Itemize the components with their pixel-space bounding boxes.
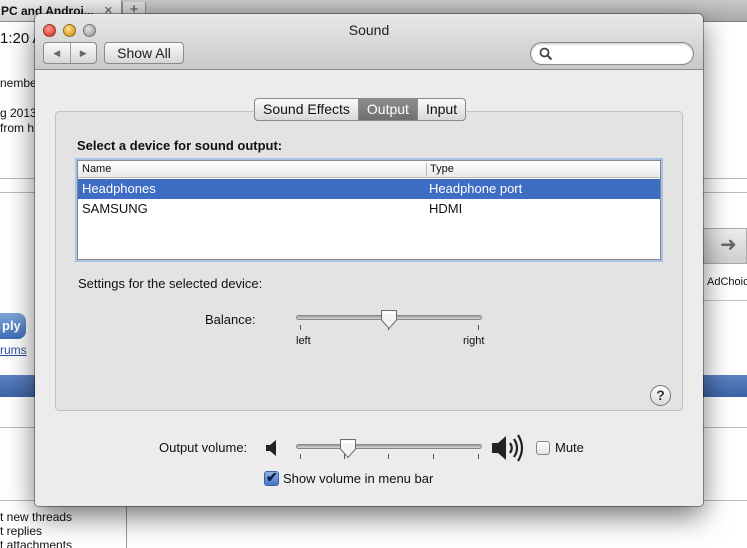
mute-checkbox[interactable] bbox=[536, 441, 550, 455]
reply-button[interactable]: ply bbox=[0, 313, 26, 339]
balance-label: Balance: bbox=[205, 312, 256, 327]
slider-tick bbox=[478, 454, 479, 459]
sound-preferences-window: Sound ◀ ▶ Show All Sound Effects Output … bbox=[35, 14, 703, 506]
column-header-type[interactable]: Type bbox=[430, 163, 454, 175]
checkmark-icon: ✔ bbox=[266, 469, 278, 485]
background-text: g 2013 bbox=[0, 106, 37, 120]
show-volume-label[interactable]: Show volume in menu bar bbox=[283, 471, 433, 486]
background-list-item[interactable]: t new threads bbox=[0, 510, 72, 524]
mute-label[interactable]: Mute bbox=[555, 440, 584, 455]
column-header-name[interactable]: Name bbox=[82, 163, 111, 175]
background-text: from h bbox=[0, 121, 35, 135]
triangle-right-icon: ▶ bbox=[79, 47, 87, 58]
background-divider bbox=[126, 505, 127, 548]
balance-slider-thumb[interactable] bbox=[380, 309, 398, 330]
arrow-right-icon[interactable]: ➜ bbox=[720, 232, 737, 257]
speaker-low-icon bbox=[266, 440, 276, 456]
volume-slider-thumb[interactable] bbox=[339, 438, 357, 459]
background-list-item[interactable]: t attachments bbox=[0, 538, 72, 548]
tab-input[interactable]: Input bbox=[416, 99, 465, 120]
speaker-high-icon bbox=[492, 434, 524, 462]
window-title: Sound bbox=[348, 22, 390, 38]
slider-tick bbox=[388, 454, 389, 459]
back-button[interactable]: ◀ bbox=[44, 43, 70, 63]
balance-left-label: left bbox=[296, 335, 311, 347]
search-field[interactable] bbox=[530, 42, 694, 65]
tab-bar: Sound Effects Output Input bbox=[254, 98, 467, 121]
forums-link[interactable]: rums bbox=[0, 343, 27, 357]
output-heading: Select a device for sound output: bbox=[77, 138, 283, 153]
search-icon bbox=[539, 47, 553, 61]
show-all-button[interactable]: Show All bbox=[104, 42, 184, 64]
forward-button[interactable]: ▶ bbox=[69, 43, 97, 63]
slider-tick bbox=[433, 454, 434, 459]
background-divider bbox=[703, 300, 747, 301]
settings-label: Settings for the selected device: bbox=[78, 276, 263, 291]
table-row[interactable]: SAMSUNG HDMI bbox=[78, 199, 660, 219]
triangle-left-icon: ◀ bbox=[53, 47, 61, 58]
background-list-item[interactable]: t replies bbox=[0, 524, 42, 538]
slider-tick bbox=[300, 325, 301, 330]
device-type: Headphone port bbox=[429, 181, 523, 196]
output-volume-label: Output volume: bbox=[159, 440, 248, 455]
slider-tick bbox=[300, 454, 301, 459]
device-name: SAMSUNG bbox=[82, 201, 148, 216]
tab-sound-effects[interactable]: Sound Effects bbox=[255, 99, 358, 120]
volume-slider-track[interactable] bbox=[296, 444, 482, 449]
window-titlebar: Sound ◀ ▶ Show All bbox=[35, 14, 703, 70]
balance-right-label: right bbox=[463, 335, 485, 347]
column-separator bbox=[426, 163, 427, 176]
help-button[interactable]: ? bbox=[650, 385, 671, 406]
output-group-box bbox=[55, 111, 683, 411]
table-header: Name Type bbox=[78, 161, 660, 178]
adchoices-link[interactable]: AdChoic bbox=[707, 276, 747, 288]
device-type: HDMI bbox=[429, 201, 463, 216]
tab-output[interactable]: Output bbox=[357, 99, 417, 120]
device-table[interactable]: Name Type Headphones Headphone port SAMS… bbox=[77, 160, 661, 260]
device-name: Headphones bbox=[82, 181, 156, 196]
back-forward-control: ◀ ▶ bbox=[43, 42, 97, 64]
slider-tick bbox=[478, 325, 479, 330]
show-volume-checkbox[interactable]: ✔ bbox=[264, 469, 279, 486]
table-row[interactable]: Headphones Headphone port bbox=[78, 179, 660, 199]
